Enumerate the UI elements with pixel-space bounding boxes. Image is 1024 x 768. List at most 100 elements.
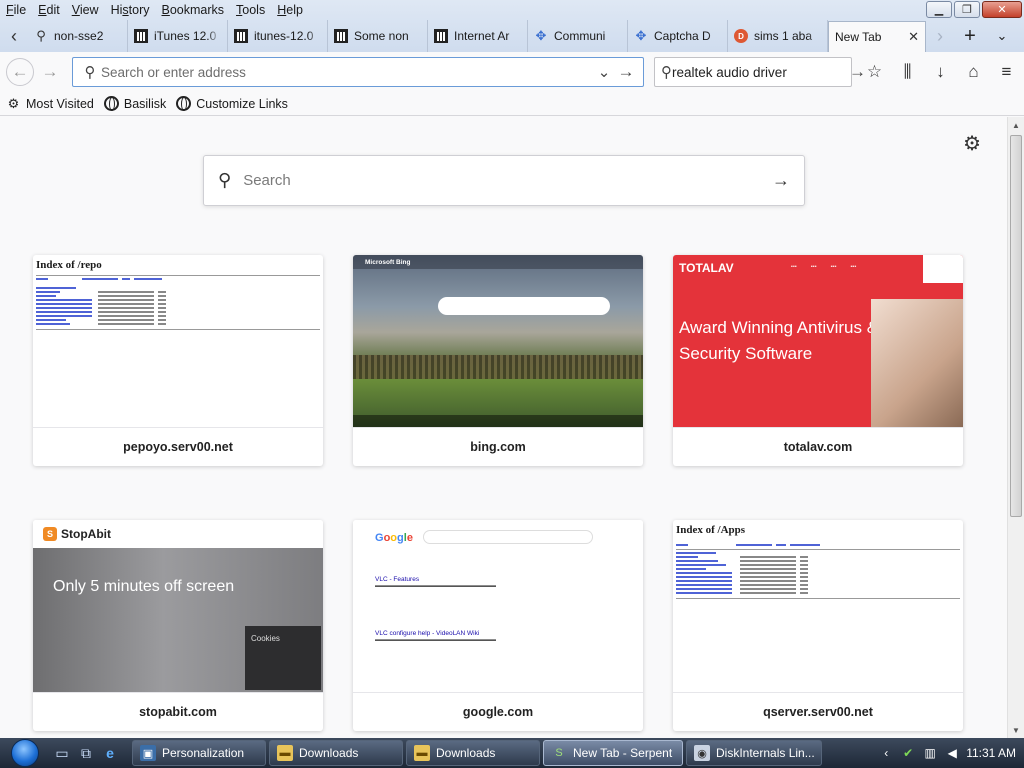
menu-bar: File Edit View History Bookmarks Tools H… — [0, 0, 309, 20]
tab-some-non[interactable]: Some non — [328, 20, 428, 52]
top-site-tile[interactable]: Index of /Apps qserver.serv00.net — [673, 520, 963, 731]
windows-logo-icon — [11, 739, 39, 767]
bookmark-label: Customize Links — [196, 96, 288, 111]
task-label: New Tab - Serpent — [573, 746, 673, 760]
monitor-icon: ▣ — [140, 745, 156, 761]
top-site-tile[interactable]: Microsoft Bing bing.com — [353, 255, 643, 466]
maximize-button[interactable]: ❐ — [954, 1, 980, 18]
menu-history[interactable]: History — [105, 0, 156, 20]
home-button[interactable]: ⌂ — [957, 56, 990, 88]
serpent-browser-icon: S — [555, 747, 563, 759]
scroll-down-arrow-icon[interactable]: ▼ — [1008, 722, 1024, 738]
top-site-tile[interactable]: Google VLC - Features ▬▬▬▬▬▬▬▬▬▬▬▬▬▬▬▬▬▬▬… — [353, 520, 643, 731]
scroll-up-arrow-icon[interactable]: ▲ — [1008, 117, 1024, 133]
tab-non-sse2[interactable]: ⚲ non-sse2 — [28, 20, 128, 52]
menu-view[interactable]: View — [66, 0, 105, 20]
newtab-search-input[interactable] — [243, 172, 772, 189]
tab-new-tab[interactable]: New Tab ✕ — [828, 21, 926, 52]
scroll-tabs-right-button[interactable]: › — [926, 20, 954, 52]
search-icon: ⚲ — [661, 64, 672, 81]
clock[interactable]: 11:31 AM — [966, 746, 1016, 760]
go-arrow-icon[interactable]: → — [615, 62, 637, 82]
new-tab-page: ⚙ ⚲ → Index of /repo pepoyo.serv00.net — [0, 117, 1007, 738]
start-button[interactable] — [0, 738, 50, 768]
vertical-scrollbar[interactable]: ▲ ▼ — [1007, 117, 1024, 738]
tab-itunes-12-0-download[interactable]: itunes-12.0 — [228, 20, 328, 52]
site-thumbnail: Index of /repo — [33, 255, 323, 427]
bookmark-basilisk[interactable]: Basilisk — [103, 96, 166, 111]
bookmark-customize-links[interactable]: Customize Links — [176, 96, 288, 111]
menu-file[interactable]: File — [0, 0, 32, 20]
taskbar-item-downloads-1[interactable]: ▬ Downloads — [269, 740, 403, 766]
close-tab-icon[interactable]: ✕ — [908, 29, 919, 45]
menu-bookmarks[interactable]: Bookmarks — [156, 0, 231, 20]
tab-captcha[interactable]: ✥ Captcha D — [628, 20, 728, 52]
show-hidden-icons-chevron-icon[interactable]: ‹ — [878, 745, 894, 761]
url-bar[interactable]: ⚲ ⌄ → — [72, 57, 644, 87]
all-tabs-button[interactable]: ⌄ — [986, 20, 1018, 52]
puzzle-icon: ✥ — [535, 28, 547, 43]
scroll-tabs-left-button[interactable]: ‹ — [0, 20, 28, 52]
top-site-tile[interactable]: Index of /repo pepoyo.serv00.net — [33, 255, 323, 466]
back-button[interactable]: ← — [6, 58, 34, 86]
taskbar-item-serpent-browser[interactable]: S New Tab - Serpent — [543, 740, 683, 766]
top-site-tile[interactable]: S StopAbit Only 5 minutes off screen Cook… — [33, 520, 323, 731]
tile-label: qserver.serv00.net — [673, 692, 963, 731]
top-site-tile[interactable]: TOTALAV ▪▪▪ ▪▪▪ ▪▪▪ ▪▪▪ Award Winning Antiv… — [673, 255, 963, 466]
menu-button[interactable]: ≡ — [990, 56, 1023, 88]
tile-label: bing.com — [353, 427, 643, 466]
search-submit-arrow-icon[interactable]: → — [772, 170, 790, 191]
hamburger-menu-icon: ≡ — [1001, 62, 1012, 81]
star-icon: ☆ — [866, 62, 883, 81]
library-button[interactable]: ⫼ — [891, 56, 924, 88]
new-tab-button[interactable]: + — [954, 20, 986, 52]
bookmark-star-button[interactable]: ☆ — [858, 56, 891, 88]
tab-internet-archive[interactable]: Internet Ar — [428, 20, 528, 52]
menu-tools[interactable]: Tools — [230, 0, 271, 20]
bookmark-most-visited[interactable]: ⚙ Most Visited — [6, 96, 94, 111]
site-thumbnail: Google VLC - Features ▬▬▬▬▬▬▬▬▬▬▬▬▬▬▬▬▬▬▬… — [353, 520, 643, 692]
arrow-right-icon: → — [41, 62, 59, 81]
arrow-left-icon: ← — [11, 62, 29, 81]
search-bar[interactable]: ⚲ → — [654, 57, 866, 87]
address-input[interactable] — [101, 64, 593, 80]
cookie-notice-heading: Cookies — [251, 634, 280, 643]
search-icon: ⚲ — [84, 64, 96, 81]
forward-button[interactable]: → — [34, 56, 66, 88]
dropdown-history-icon[interactable]: ⌄ — [593, 63, 615, 81]
show-desktop-button[interactable]: ▭ — [50, 741, 74, 765]
close-window-button[interactable]: ✕ — [982, 1, 1022, 18]
scrollbar-thumb[interactable] — [1010, 135, 1022, 517]
archive-icon — [434, 29, 448, 43]
switch-windows-button[interactable]: ⧉ — [74, 741, 98, 765]
internet-explorer-button[interactable]: e — [98, 741, 122, 765]
minimize-button[interactable]: ▁ — [926, 1, 952, 18]
taskbar-item-downloads-2[interactable]: ▬ Downloads — [406, 740, 540, 766]
desktop-icon: ▭ — [55, 744, 69, 761]
bookmark-label: Most Visited — [26, 96, 94, 111]
site-thumbnail: S StopAbit Only 5 minutes off screen Cook… — [33, 520, 323, 692]
restore-icon: ❐ — [962, 4, 972, 16]
volume-icon[interactable]: ◀ — [944, 745, 960, 761]
plus-icon: + — [964, 24, 976, 47]
network-icon[interactable]: ▥ — [922, 745, 938, 761]
gear-icon: ⚙ — [963, 133, 981, 155]
tab-label: iTunes 12.0 — [154, 29, 217, 43]
taskbar-item-diskinternals[interactable]: ◉ DiskInternals Lin... — [686, 740, 822, 766]
tab-sims[interactable]: D sims 1 aba — [728, 20, 828, 52]
tab-label: Communi — [554, 29, 606, 43]
tab-itunes-12-0[interactable]: iTunes 12.0 — [128, 20, 228, 52]
stopabit-logo-icon: S — [43, 527, 57, 541]
menu-help[interactable]: Help — [271, 0, 309, 20]
tab-community[interactable]: ✥ Communi — [528, 20, 628, 52]
taskbar-item-personalization[interactable]: ▣ Personalization — [132, 740, 266, 766]
window-controls: ▁ ❐ ✕ — [926, 1, 1022, 18]
family-photo — [871, 299, 963, 427]
downloads-button[interactable]: ↓ — [924, 56, 957, 88]
newtab-settings-button[interactable]: ⚙ — [963, 131, 981, 156]
menu-edit[interactable]: Edit — [32, 0, 66, 20]
security-check-icon[interactable]: ✔ — [900, 745, 916, 761]
search-input[interactable] — [672, 64, 849, 80]
newtab-search-box[interactable]: ⚲ → — [203, 155, 805, 206]
result-title: VLC configure help - VideoLAN Wiki — [375, 630, 480, 637]
